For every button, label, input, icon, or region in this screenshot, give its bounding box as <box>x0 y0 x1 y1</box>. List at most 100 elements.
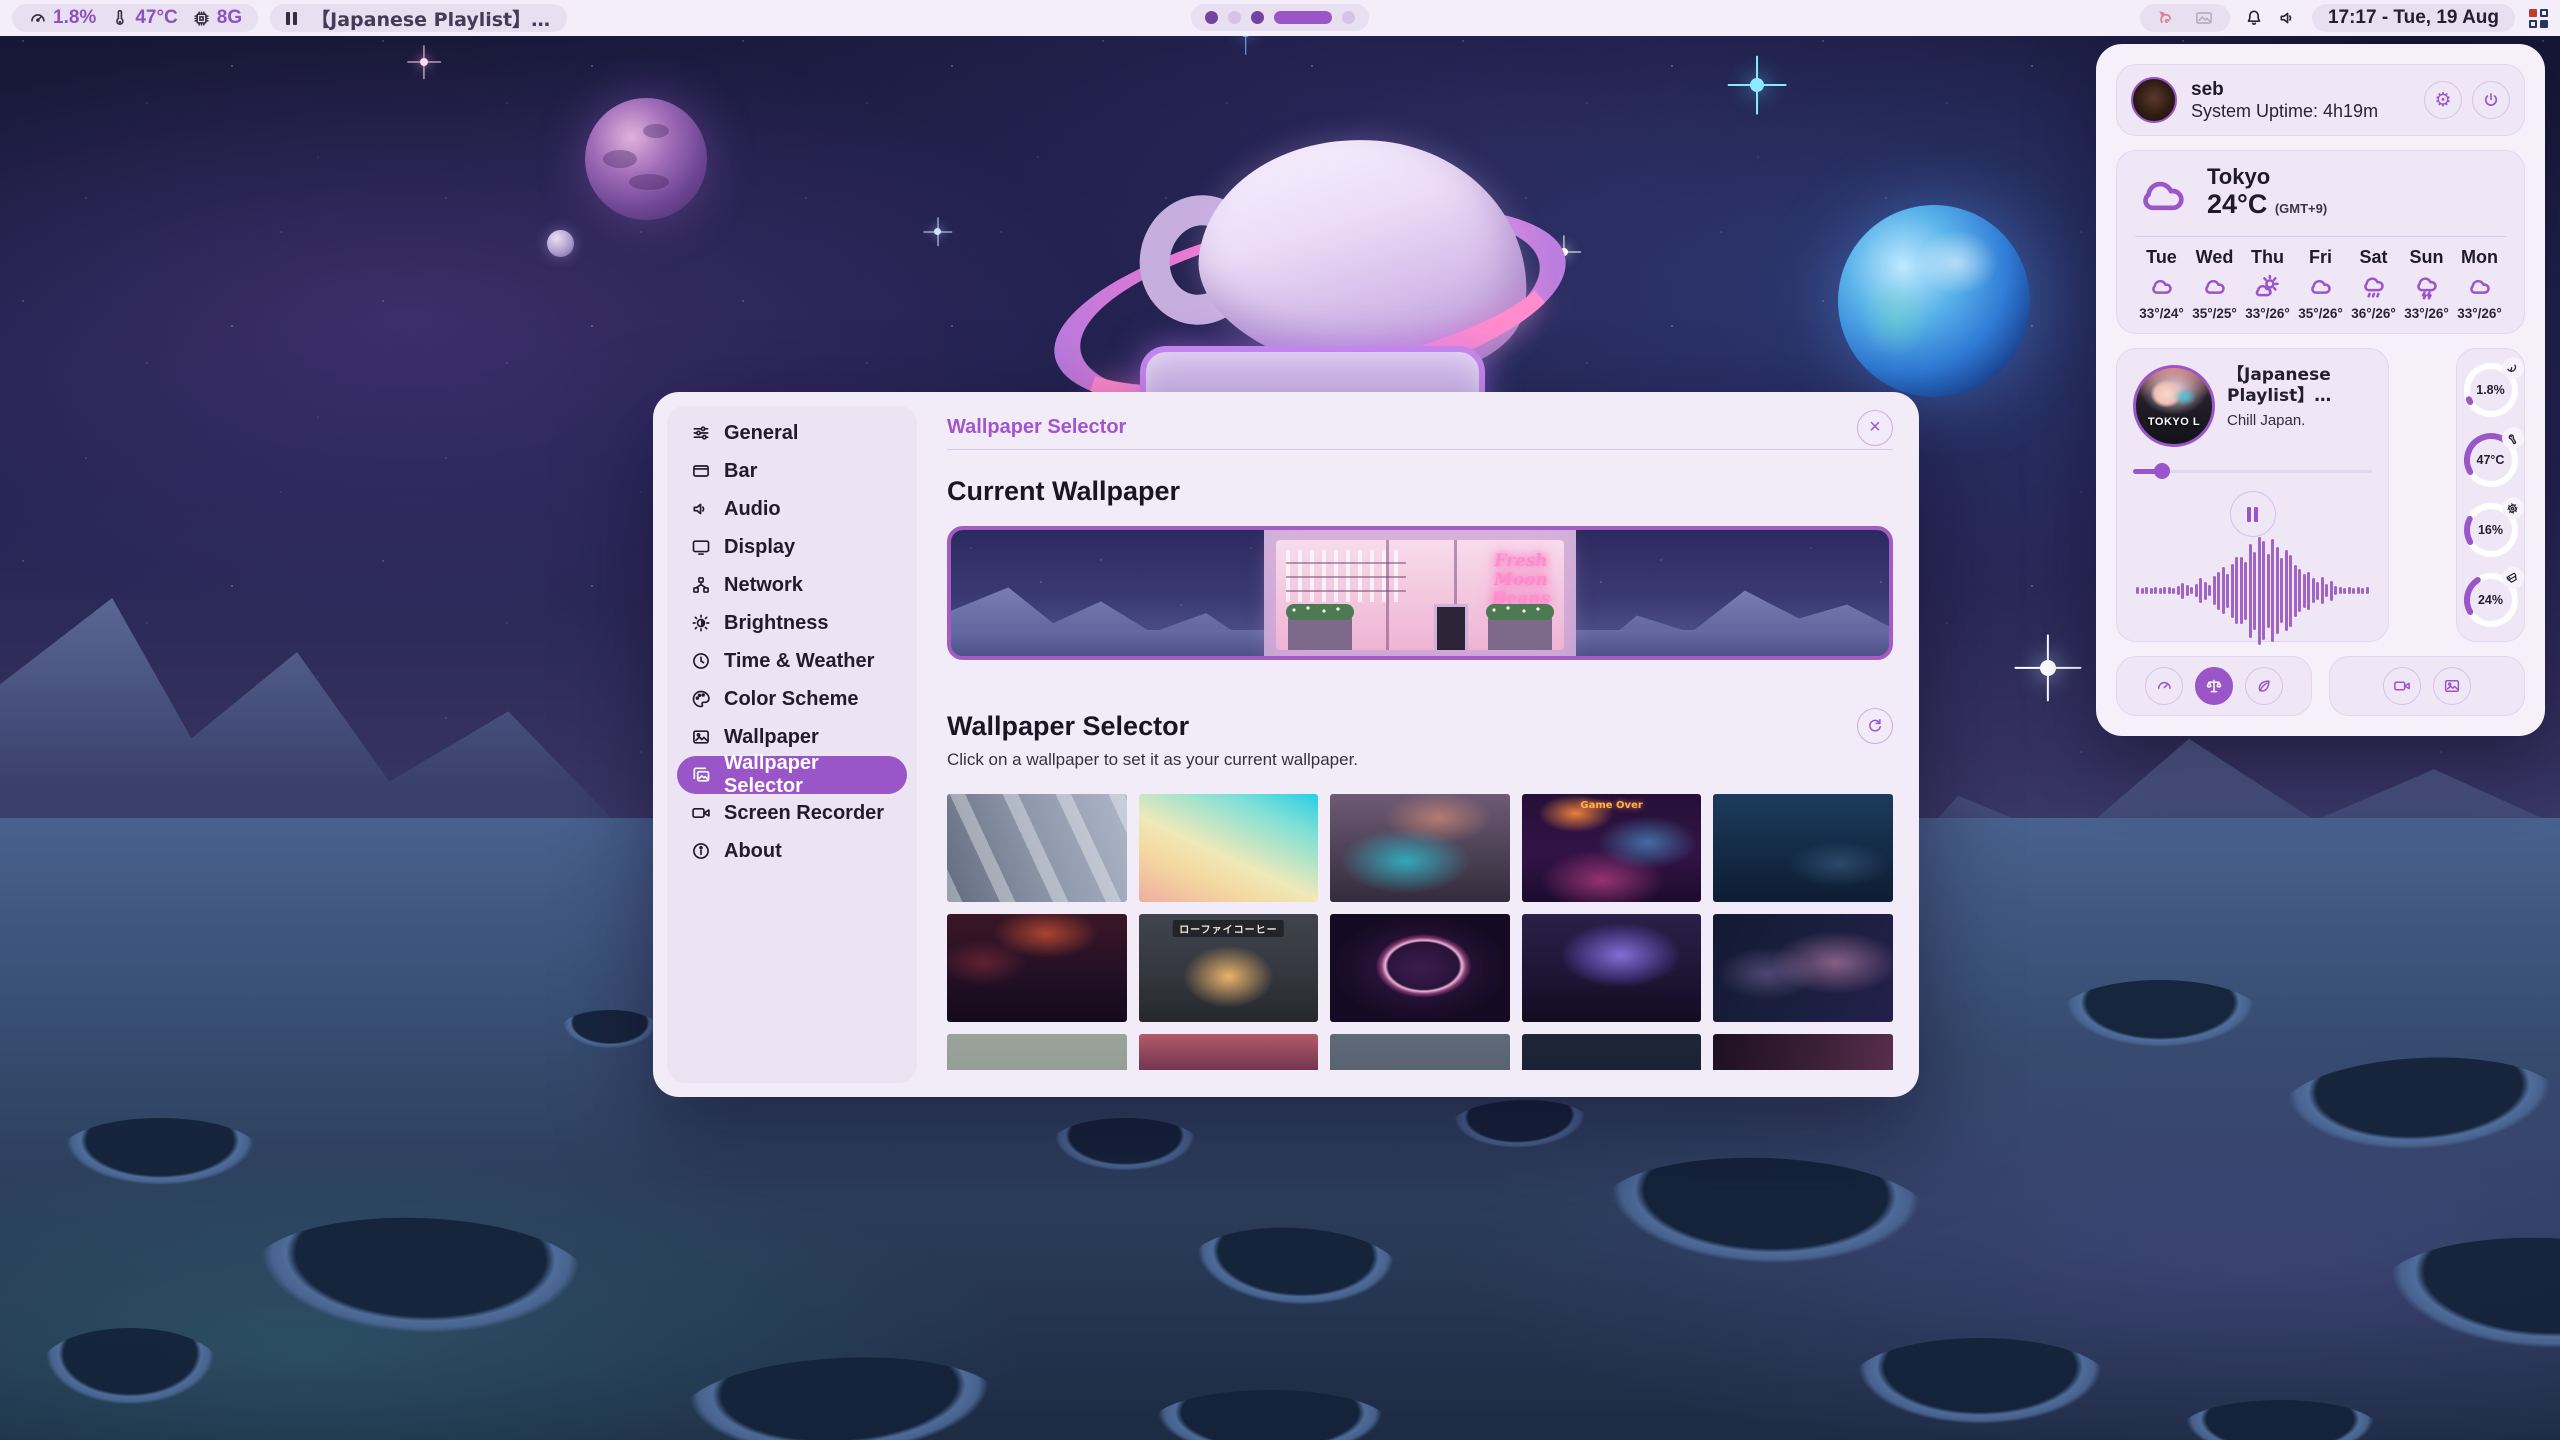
media-pill[interactable]: 【Japanese Playlist】 J... <box>270 4 567 32</box>
close-button[interactable]: × <box>1857 410 1893 446</box>
sidebar-item-brightness[interactable]: Brightness <box>677 604 907 642</box>
crater <box>678 1350 1003 1440</box>
current-wallpaper-heading: Current Wallpaper <box>947 474 1893 508</box>
cafe-storefront: Fresh Moon Beans <box>1276 540 1564 650</box>
media-progress-slider[interactable] <box>2133 463 2372 479</box>
wallpaper-icon <box>2443 677 2461 695</box>
crater <box>248 1212 592 1344</box>
sidebar-item-bar[interactable]: Bar <box>677 452 907 490</box>
workspace-dot-occupied[interactable] <box>1251 11 1264 24</box>
workspace-dots[interactable] <box>1191 4 1369 31</box>
crater <box>2180 1400 2380 1440</box>
neon-sign-text: Fresh Moon Beans <box>1492 552 1550 609</box>
sidebar-item-about[interactable]: About <box>677 832 907 870</box>
wallpaper-thumbnail-misty-gray[interactable] <box>947 1034 1127 1070</box>
wallpaper-thumbnail-midnight-blue[interactable] <box>1522 1034 1702 1070</box>
weather-city: Tokyo <box>2207 165 2327 189</box>
clock-label: 17:17 - Tue, 19 Aug <box>2328 7 2499 29</box>
sidebar-item-network[interactable]: Network <box>677 566 907 604</box>
crater <box>1150 1390 1390 1440</box>
window-title: Wallpaper Selector <box>947 416 1126 439</box>
memory-value: 8G <box>217 7 242 29</box>
slider-knob[interactable] <box>2154 463 2170 479</box>
top-bar: 1.8% 47°C 8G 【Japanese Playlist】 J... <box>0 0 2560 36</box>
sidebar-item-label: Screen Recorder <box>724 802 884 825</box>
sidebar-item-label: Bar <box>724 460 757 483</box>
cpu-usage-ring: 1.8% <box>2462 361 2520 419</box>
settings-button[interactable]: ⚙ <box>2424 81 2462 119</box>
refresh-button[interactable] <box>1857 708 1893 744</box>
settings-scroll-area[interactable]: Current Wallpaper Fresh Moon Beans <box>947 450 1893 1070</box>
wallpaper-thumbnail-crimson-forest[interactable] <box>1139 1034 1319 1070</box>
sidebar-item-wallpaper[interactable]: Wallpaper <box>677 718 907 756</box>
settings-content: Wallpaper Selector × Current Wallpaper F… <box>917 406 1905 1083</box>
bright-star <box>2040 660 2056 676</box>
thumbnail-sign-text: Game Over <box>1580 800 1642 811</box>
tune-icon <box>691 423 711 443</box>
audio-waveform <box>2133 537 2372 645</box>
sidebar-item-screen-recorder[interactable]: Screen Recorder <box>677 794 907 832</box>
cafe-planter <box>1488 616 1552 650</box>
settings-window: General Bar Audio Display Network Bright… <box>653 392 1919 1097</box>
bright-star <box>420 58 428 66</box>
crater <box>2378 1232 2560 1358</box>
memory-stat: 8G <box>192 7 242 29</box>
wallpaper-thumbnail-winter-night[interactable] <box>1713 794 1893 902</box>
wallpaper-grid: Game Over ローファイコーヒー <box>947 794 1893 1070</box>
screen-record-button[interactable] <box>2383 667 2421 705</box>
play-pause-button[interactable] <box>2230 491 2276 537</box>
wallpaper-thumbnail-nebula-forest[interactable] <box>1522 914 1702 1022</box>
workspace-dot-empty[interactable] <box>1228 11 1241 24</box>
workspace-dot-occupied[interactable] <box>1205 11 1218 24</box>
wallpaper-shortcut-button[interactable] <box>2433 667 2471 705</box>
crater <box>1050 1118 1200 1173</box>
weather-timezone: (GMT+9) <box>2275 201 2327 216</box>
cafe-menu-board <box>1434 604 1468 650</box>
performance-profile-button[interactable] <box>2145 667 2183 705</box>
volume-icon[interactable] <box>2278 8 2298 28</box>
powersaver-profile-button[interactable] <box>2245 667 2283 705</box>
wallpaper-thumbnail-aurora-blur[interactable] <box>1330 794 1510 902</box>
wallpaper-thumbnail-lofi-cafe[interactable]: ローファイコーヒー <box>1139 914 1319 1022</box>
forecast-day-fri: Fri 35°/26° <box>2294 247 2347 321</box>
notifications-bell-icon[interactable] <box>2244 8 2264 28</box>
banner-cafe: Fresh Moon Beans <box>1264 530 1576 656</box>
wallpaper-thumbnail-particle-wave[interactable] <box>1713 914 1893 1022</box>
wallpaper-thumbnail-ember-ridge[interactable] <box>947 914 1127 1022</box>
sidebar-item-time-weather[interactable]: Time & Weather <box>677 642 907 680</box>
media-pill-label: 【Japanese Playlist】 J... <box>311 5 551 32</box>
image-tray-icon <box>2194 8 2214 28</box>
wallpaper-thumbnail-anime-street[interactable] <box>947 794 1127 902</box>
power-button[interactable] <box>2472 81 2510 119</box>
dashboard-launcher-icon[interactable] <box>2529 9 2548 28</box>
system-stats-pill[interactable]: 1.8% 47°C 8G <box>12 4 258 32</box>
tray-screenshot-icon[interactable] <box>2194 8 2214 28</box>
leaf-icon <box>2255 677 2273 695</box>
sidebar-item-label: About <box>724 840 782 863</box>
workspace-dot-empty[interactable] <box>1342 11 1355 24</box>
tray-cat-icon <box>2156 8 2176 28</box>
shortcut-group <box>2329 656 2525 716</box>
storm-icon <box>2412 272 2442 302</box>
system-stats-card: 1.8% 47°C 16% 24% <box>2456 348 2525 642</box>
clock-pill[interactable]: 17:17 - Tue, 19 Aug <box>2312 4 2515 32</box>
dashboard-panel: seb System Uptime: 4h19m ⚙ Tokyo 24°C (G… <box>2096 44 2545 736</box>
sidebar-item-audio[interactable]: Audio <box>677 490 907 528</box>
gauge-icon <box>2155 677 2173 695</box>
wallpaper-thumbnail-pastel-gradient[interactable] <box>1139 794 1319 902</box>
sidebar-item-general[interactable]: General <box>677 414 907 452</box>
window-titlebar: Wallpaper Selector × <box>947 406 1893 450</box>
forecast-row: Tue 33°/24° Wed 35°/25° Thu 33°/26° Fri … <box>2135 247 2506 321</box>
sidebar-item-wallpaper-selector[interactable]: Wallpaper Selector <box>677 756 907 794</box>
wallpaper-thumbnail-slate-fog[interactable] <box>1330 1034 1510 1070</box>
tray-app-icon[interactable] <box>2156 8 2176 28</box>
sidebar-item-color-scheme[interactable]: Color Scheme <box>677 680 907 718</box>
balanced-profile-button[interactable] <box>2195 667 2233 705</box>
wallpaper-thumbnail-plum-dusk[interactable] <box>1713 1034 1893 1070</box>
workspace-dot-active[interactable] <box>1274 11 1332 24</box>
sidebar-item-display[interactable]: Display <box>677 528 907 566</box>
wallpaper-thumbnail-neon-arcade[interactable]: Game Over <box>1522 794 1702 902</box>
wallpaper-thumbnail-black-hole[interactable] <box>1330 914 1510 1022</box>
gauge-icon <box>2502 357 2524 379</box>
forecast-day-wed: Wed 35°/25° <box>2188 247 2241 321</box>
